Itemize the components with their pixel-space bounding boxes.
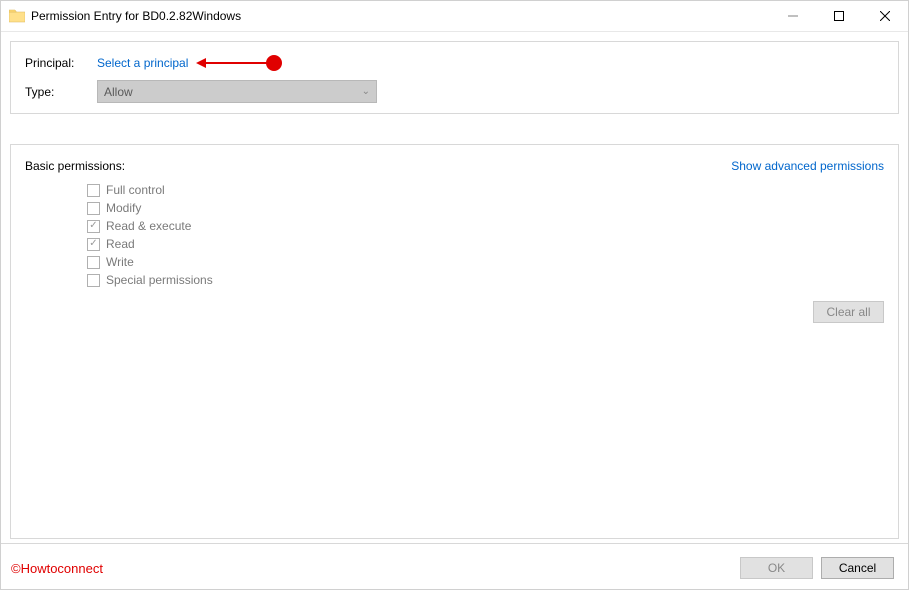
titlebar: Permission Entry for BD0.2.82Windows <box>1 1 908 32</box>
type-value: Allow <box>104 85 133 99</box>
folder-icon <box>9 8 25 24</box>
permission-checkbox <box>87 274 100 287</box>
permission-item: Special permissions <box>87 273 884 287</box>
permission-label: Write <box>106 255 134 269</box>
footer-separator <box>1 543 908 544</box>
principal-panel: Principal: Select a principal Type: Allo… <box>10 41 899 114</box>
permission-item: ✓ Read <box>87 237 884 251</box>
cancel-button[interactable]: Cancel <box>821 557 894 579</box>
permission-checkbox <box>87 202 100 215</box>
basic-permissions-heading: Basic permissions: <box>25 159 125 173</box>
clear-all-button: Clear all <box>813 301 884 323</box>
permission-checkbox <box>87 184 100 197</box>
permissions-panel: Basic permissions: Show advanced permiss… <box>10 144 899 539</box>
permission-label: Full control <box>106 183 165 197</box>
minimize-button[interactable] <box>770 1 816 31</box>
maximize-button[interactable] <box>816 1 862 31</box>
permission-label: Special permissions <box>106 273 213 287</box>
permission-checkbox <box>87 256 100 269</box>
permission-item: Full control <box>87 183 884 197</box>
close-button[interactable] <box>862 1 908 31</box>
principal-row: Principal: Select a principal <box>25 56 884 70</box>
permission-checkbox: ✓ <box>87 220 100 233</box>
window-title: Permission Entry for BD0.2.82Windows <box>31 9 770 23</box>
chevron-down-icon: ⌄ <box>362 86 370 97</box>
permission-label: Read <box>106 237 135 251</box>
footer-buttons: OK Cancel <box>740 557 894 579</box>
permission-label: Modify <box>106 201 141 215</box>
type-row: Type: Allow ⌄ <box>25 80 884 103</box>
type-label: Type: <box>25 85 97 99</box>
permission-item: ✓ Read & execute <box>87 219 884 233</box>
select-principal-link[interactable]: Select a principal <box>97 56 188 70</box>
content-area: Principal: Select a principal Type: Allo… <box>1 32 908 578</box>
window-controls <box>770 1 908 31</box>
principal-label: Principal: <box>25 56 97 70</box>
footer: ©Howtoconnect OK Cancel <box>1 547 908 589</box>
permission-item: Modify <box>87 201 884 215</box>
annotation-arrow <box>198 56 293 70</box>
show-advanced-link[interactable]: Show advanced permissions <box>731 159 884 173</box>
permission-checkbox: ✓ <box>87 238 100 251</box>
permission-label: Read & execute <box>106 219 191 233</box>
permission-item: Write <box>87 255 884 269</box>
type-select: Allow ⌄ <box>97 80 377 103</box>
watermark: ©Howtoconnect <box>11 561 103 576</box>
ok-button: OK <box>740 557 813 579</box>
permissions-list: Full control Modify ✓ Read & execute ✓ Read Wr… <box>87 183 884 287</box>
permissions-header: Basic permissions: Show advanced permiss… <box>25 159 884 173</box>
